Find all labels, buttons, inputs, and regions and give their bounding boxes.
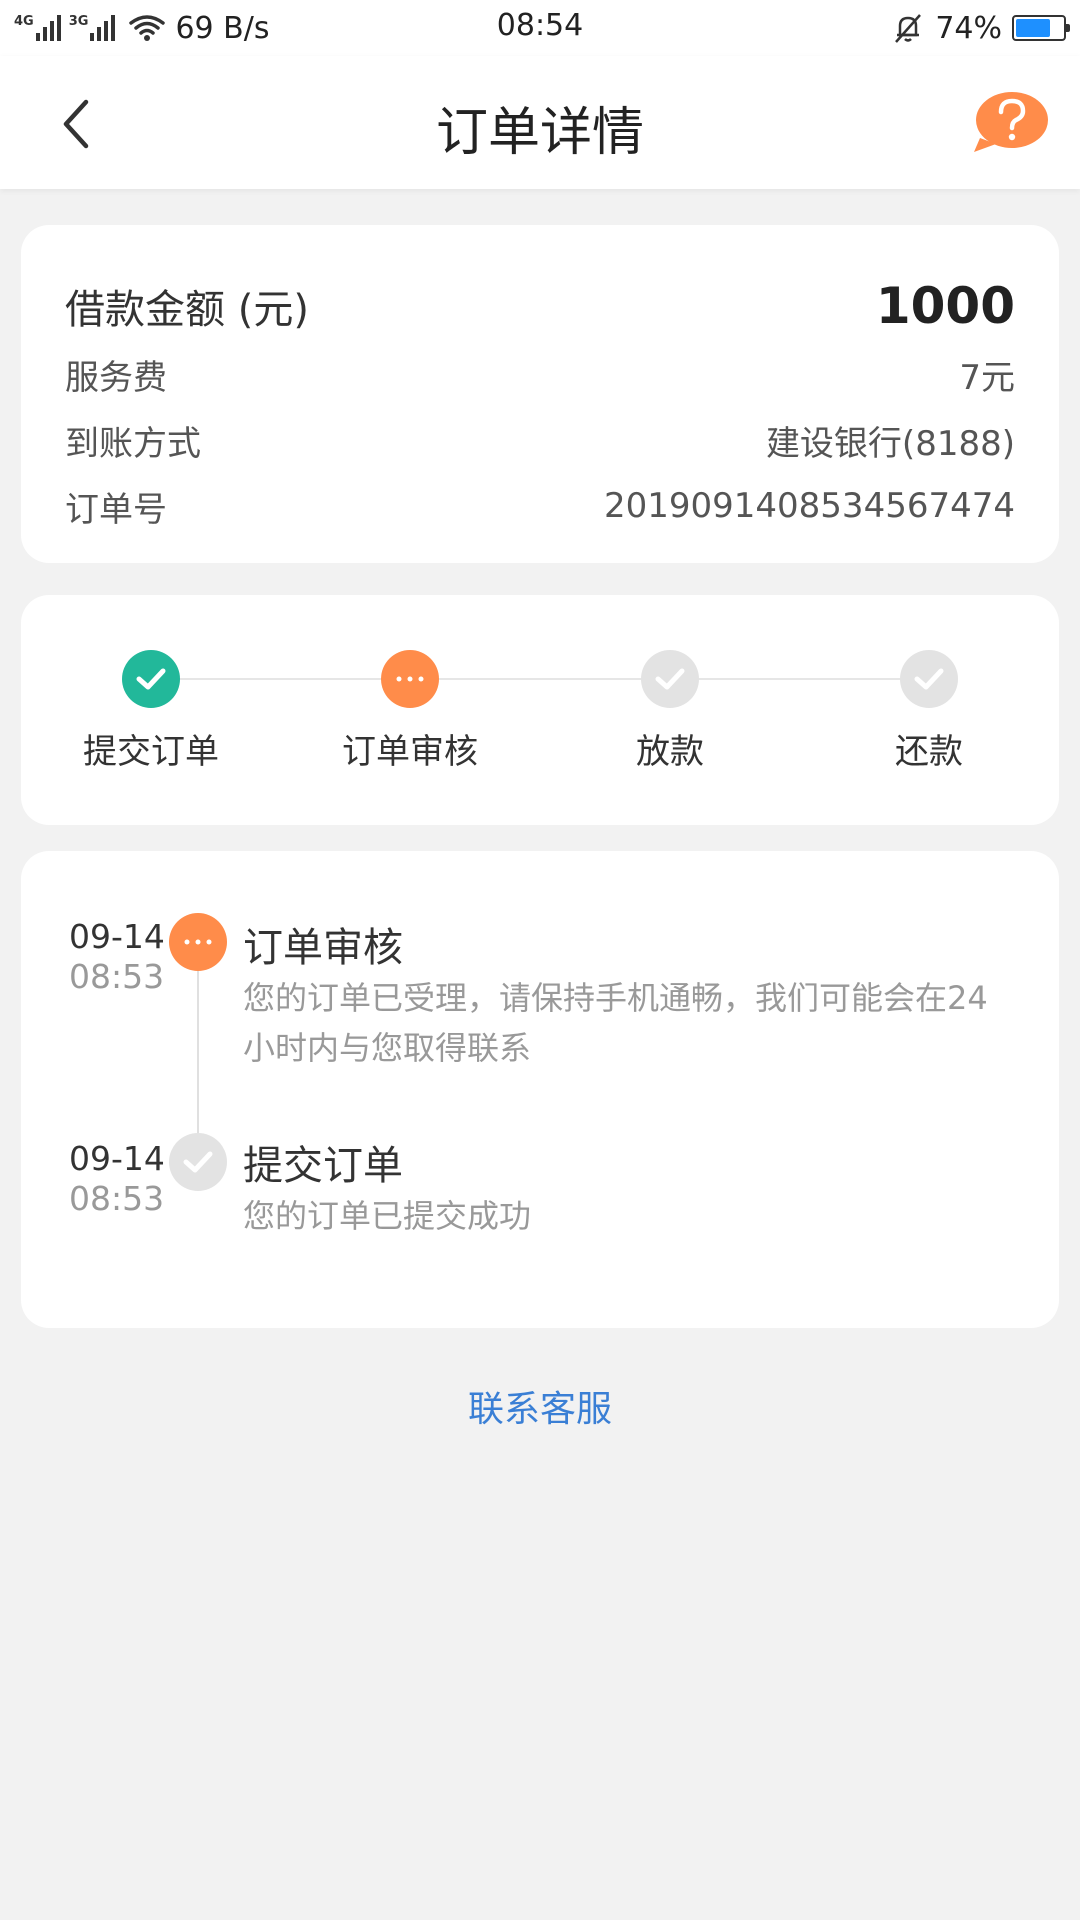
payout-method-label: 到账方式 [65, 423, 201, 464]
payout-method-row: 到账方式 建设银行(8188) [65, 415, 1015, 465]
timeline-description: 您的订单已提交成功 [243, 1197, 532, 1235]
header: 订单详情 [0, 56, 1080, 189]
service-fee-row: 服务费 7元 [65, 349, 1015, 399]
step-label: 提交订单 [83, 732, 219, 772]
mute-bell-icon [895, 14, 922, 43]
status-bar: 4G 3G 69 B/s 08:54 74% [0, 0, 1080, 56]
step-order-review: 订单审核 [310, 650, 510, 773]
more-dots-icon [169, 913, 227, 971]
check-icon [900, 650, 958, 708]
loan-info-card: 借款金额 (元) 1000 服务费 7元 到账方式 建设银行(8188) 订单号… [21, 225, 1059, 563]
order-number-row: 订单号 2019091408534567474 [65, 481, 1015, 531]
order-number-label: 订单号 [65, 489, 167, 530]
timeline-title: 提交订单 [243, 1143, 403, 1189]
order-timeline-card: 09-14 08:53 订单审核 您的订单已受理，请保持手机通畅，我们可能会在2… [21, 851, 1059, 1328]
step-repayment: 还款 [829, 650, 1029, 773]
step-submit-order: 提交订单 [51, 650, 251, 773]
check-icon [641, 650, 699, 708]
step-disbursement: 放款 [570, 650, 770, 773]
status-right: 74% [891, 8, 1070, 48]
help-button[interactable] [970, 90, 1050, 156]
loan-amount-row: 借款金额 (元) 1000 [65, 273, 1015, 339]
battery-percentage: 74% [935, 10, 1002, 46]
timeline-title: 订单审核 [243, 925, 403, 971]
service-fee-value: 7元 [959, 357, 1015, 398]
timeline-date: 09-14 [69, 1139, 165, 1178]
order-number-value: 2019091408534567474 [603, 486, 1015, 526]
battery-level [1016, 19, 1051, 37]
timeline-date: 09-14 [69, 917, 165, 956]
page-title: 订单详情 [435, 103, 644, 163]
contact-support-link[interactable]: 联系客服 [0, 1380, 1080, 1432]
step-label: 订单审核 [342, 732, 478, 772]
timeline-time: 08:53 [69, 957, 165, 996]
battery-icon [1012, 15, 1070, 41]
step-label: 放款 [636, 732, 704, 772]
more-dots-icon [381, 650, 439, 708]
question-bubble-icon [974, 92, 1048, 152]
payout-method-value: 建设银行(8188) [765, 423, 1015, 464]
check-icon [169, 1133, 227, 1191]
steps-connector-line [151, 678, 929, 680]
service-fee-label: 服务费 [65, 357, 167, 398]
loan-amount-value: 1000 [875, 277, 1015, 335]
progress-steps-card: 提交订单 订单审核 放款 还款 [21, 595, 1059, 825]
check-icon [122, 650, 180, 708]
timeline-time: 08:53 [69, 1179, 165, 1218]
loan-amount-label: 借款金额 (元) [65, 287, 309, 333]
step-label: 还款 [895, 732, 963, 772]
timeline-description: 您的订单已受理，请保持手机通畅，我们可能会在24小时内与您取得联系 [243, 979, 988, 1067]
